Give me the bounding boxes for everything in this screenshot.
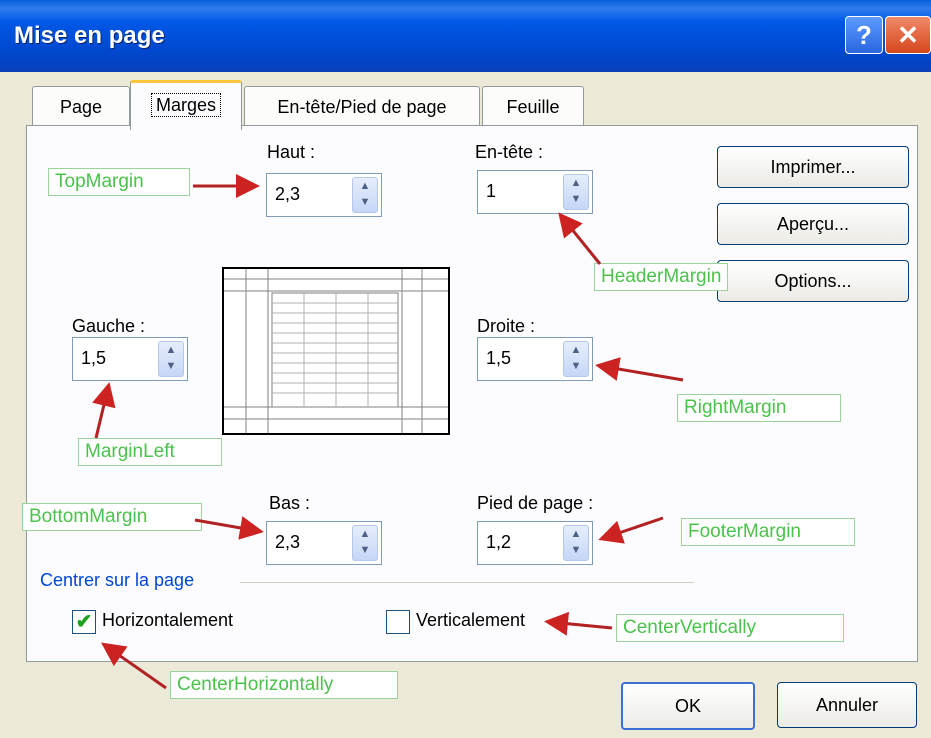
tab-label: Page: [59, 97, 103, 117]
center-vertically-checkbox[interactable]: [386, 610, 410, 634]
bottom-margin-spinner[interactable]: 2,3 ▲ ▼: [266, 521, 382, 565]
center-group-label: Centrer sur la page: [40, 570, 201, 591]
footer-margin-value: 1,2: [486, 532, 512, 552]
spinner-arrows-icon[interactable]: ▲ ▼: [352, 525, 378, 561]
title-bar: Mise en page ? ✕: [0, 0, 931, 72]
tab-marges[interactable]: Marges: [130, 80, 242, 130]
print-button[interactable]: Imprimer...: [717, 146, 909, 188]
window-title: Mise en page: [14, 22, 165, 49]
tab-label: Marges: [150, 93, 222, 117]
help-button[interactable]: ?: [845, 16, 883, 54]
bottom-margin-value: 2,3: [275, 532, 301, 552]
tab-label: Feuille: [506, 97, 560, 117]
top-margin-value: 2,3: [275, 184, 301, 204]
spinner-arrows-icon[interactable]: ▲ ▼: [158, 341, 184, 377]
help-icon: ?: [856, 20, 872, 50]
annotation-center-vertically: CenterVertically: [616, 614, 844, 642]
spinner-arrows-icon[interactable]: ▲ ▼: [563, 341, 589, 377]
annotation-top-margin: TopMargin: [48, 168, 190, 196]
right-margin-value: 1,5: [486, 348, 512, 368]
left-margin-spinner[interactable]: 1,5 ▲ ▼: [72, 337, 188, 381]
footer-margin-label: Pied de page :: [477, 493, 594, 513]
tab-header-footer[interactable]: En-tête/Pied de page: [244, 86, 480, 127]
right-margin-label: Droite :: [477, 316, 536, 336]
close-button[interactable]: ✕: [885, 16, 931, 54]
checkmark-icon: ✔: [75, 611, 93, 633]
annotation-right-margin: RightMargin: [677, 394, 841, 422]
center-vertically-label[interactable]: Verticalement: [416, 610, 525, 631]
print-preview-button[interactable]: Aperçu...: [717, 203, 909, 245]
ok-button[interactable]: OK: [621, 682, 755, 730]
top-margin-spinner[interactable]: 2,3 ▲ ▼: [266, 173, 382, 217]
tab-feuille[interactable]: Feuille: [482, 86, 584, 127]
left-margin-label: Gauche :: [72, 316, 146, 336]
group-divider: [240, 582, 694, 583]
spinner-arrows-icon[interactable]: ▲ ▼: [563, 525, 589, 561]
tab-page[interactable]: Page: [32, 86, 130, 127]
right-margin-spinner[interactable]: 1,5 ▲ ▼: [477, 337, 593, 381]
header-margin-spinner[interactable]: 1 ▲ ▼: [477, 170, 593, 214]
top-margin-label: Haut :: [267, 142, 316, 162]
annotation-margin-left: MarginLeft: [78, 438, 222, 466]
cancel-button[interactable]: Annuler: [777, 682, 917, 728]
close-icon: ✕: [897, 20, 919, 50]
header-margin-value: 1: [486, 181, 497, 201]
options-button[interactable]: Options...: [717, 260, 909, 302]
page-preview-icon: [222, 267, 450, 435]
annotation-header-margin: HeaderMargin: [594, 263, 729, 291]
footer-margin-spinner[interactable]: 1,2 ▲ ▼: [477, 521, 593, 565]
center-horizontally-label[interactable]: Horizontalement: [102, 610, 233, 631]
tab-label: En-tête/Pied de page: [277, 97, 447, 117]
spinner-arrows-icon[interactable]: ▲ ▼: [563, 174, 589, 210]
bottom-margin-label: Bas :: [269, 493, 311, 513]
annotation-footer-margin: FooterMargin: [681, 518, 855, 546]
spinner-arrows-icon[interactable]: ▲ ▼: [352, 177, 378, 213]
annotation-bottom-margin: BottomMargin: [22, 503, 202, 531]
left-margin-value: 1,5: [81, 348, 107, 368]
annotation-center-horizontally: CenterHorizontally: [170, 671, 398, 699]
header-margin-label: En-tête :: [475, 142, 544, 162]
center-horizontally-checkbox[interactable]: ✔: [72, 610, 96, 634]
